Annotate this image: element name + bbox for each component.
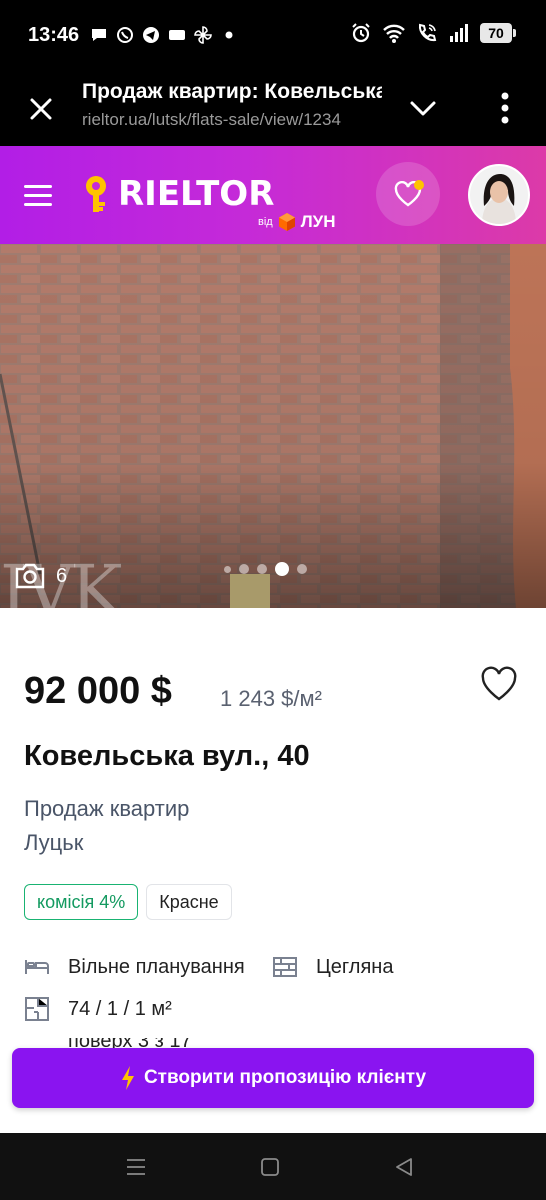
home-icon[interactable] [258,1155,282,1179]
back-icon[interactable] [392,1155,416,1179]
menu-icon[interactable] [124,1155,148,1179]
system-nav-bar [0,1133,546,1200]
pinwheel-icon [194,26,212,44]
hamburger-menu-icon[interactable] [22,182,54,208]
feature-area-label: 74 / 1 / 1 м² [68,997,172,1020]
feature-material-label: Цегляна [316,955,394,978]
bed-icon [25,960,49,974]
logo-sub-prefix: від [258,216,273,228]
photo-count: 6 [56,564,68,587]
carousel-dot[interactable] [224,565,231,573]
dot-icon [225,31,233,39]
photo-counter: 6 [14,562,67,590]
feature-layout-label: Вільне планування [68,955,245,978]
notification-icons [90,26,238,44]
carousel-dot[interactable] [257,564,267,574]
tab-url: rieltor.ua/lutsk/flats-sale/view/1234 [82,110,341,129]
create-offer-button[interactable]: Створити пропозицію клієнту [12,1048,534,1108]
commission-tag: комісія 4% [24,884,139,920]
photo-gallery[interactable]: IVK 6 [0,244,546,608]
cube-icon [278,213,295,231]
status-bar: 13:46 70 [0,0,546,72]
create-offer-label: Створити пропозицію клієнту [143,1067,427,1088]
brick-icon [273,957,297,977]
wifi-icon [383,24,405,43]
browser-tab-bar: Продаж квартир: Ковельська rieltor.ua/lu… [0,72,546,146]
carousel-dot[interactable] [239,564,249,574]
system-icons: 70 [350,22,516,44]
signal-icon [450,24,468,42]
close-icon[interactable] [22,90,60,128]
avatar[interactable] [468,164,530,226]
deal-type[interactable]: Продаж квартир [24,796,189,822]
feature-area: 74 / 1 / 1 м² [24,996,172,1022]
feature-layout: Вільне планування [24,954,245,980]
favorites-button[interactable] [376,162,440,226]
carousel-dot-active[interactable] [275,562,289,576]
chat-icon [92,29,106,41]
key-logo-icon [86,176,106,212]
feature-material: Цегляна [272,954,393,980]
lightning-icon [121,1066,134,1090]
logo-text: RIELTOR [118,174,275,214]
price: 92 000 $ [24,670,172,712]
logo-subtitle: від ЛУН [258,212,336,232]
tab-page-title: Продаж квартир: Ковельська [82,80,382,103]
city[interactable]: Луцьк [24,830,83,856]
tag-list: комісія 4% Красне [24,884,232,920]
status-time: 13:46 [28,24,80,46]
district-tag[interactable]: Красне [146,884,232,920]
chevron-down-icon[interactable] [404,92,442,126]
carousel-dot[interactable] [297,564,307,574]
more-vertical-icon[interactable] [490,88,520,128]
logo-sub-brand: ЛУН [300,212,336,231]
listing-address: Ковельська вул., 40 [24,740,310,772]
site-header: RIELTOR від ЛУН [0,146,546,244]
notification-dot [414,180,424,190]
carousel-dots [224,562,307,576]
camera-icon [15,563,45,589]
user-photo [470,166,528,224]
wifi-call-icon [418,23,437,42]
rieltor-logo[interactable]: RIELTOR [82,174,274,214]
heart-icon[interactable] [480,666,518,702]
price-per-m2: 1 243 $/м² [220,686,322,711]
floorplan-icon [25,997,49,1021]
alarm-icon [352,23,370,43]
viber-icon [117,27,133,43]
battery-icon: 70 [480,23,516,43]
app-icon [169,30,185,40]
telegram-icon [143,27,159,43]
